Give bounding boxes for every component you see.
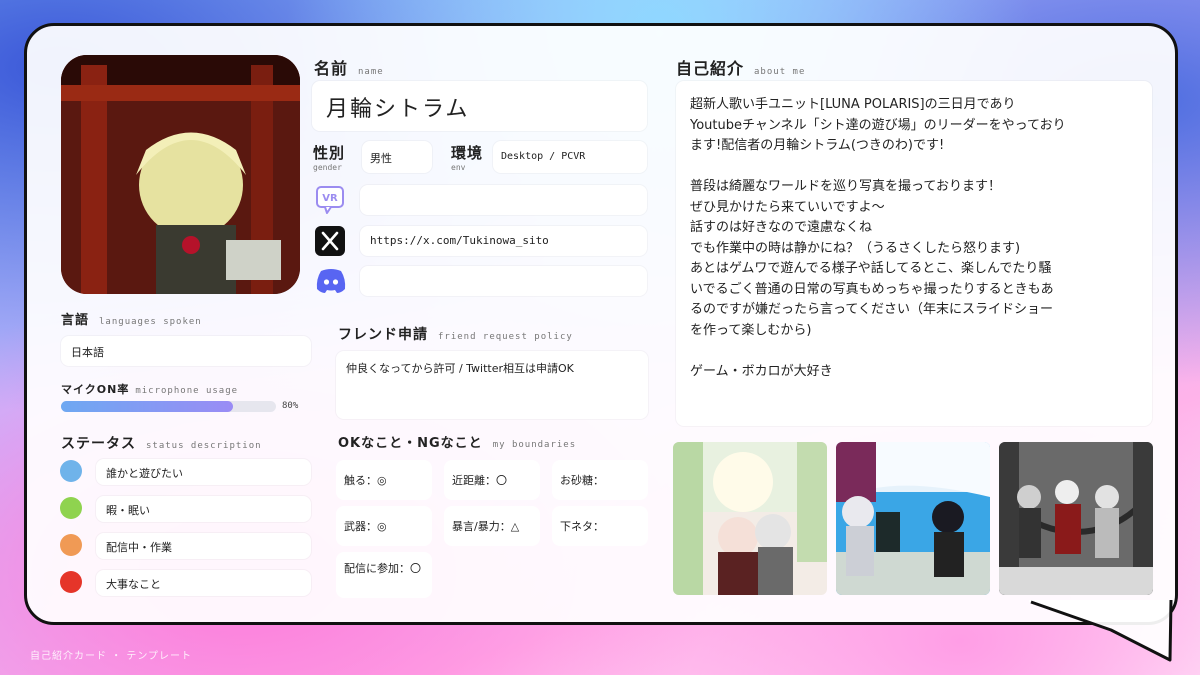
about-heading: 自己紹介: [676, 59, 745, 78]
status-item: 配信中・作業: [96, 533, 311, 559]
status-sub: status description: [146, 441, 262, 451]
gallery-photo-3: [999, 442, 1153, 595]
boundaries-heading-row: OKなこと・NGなこと my boundaries: [338, 432, 648, 452]
status-heading: ステータス: [61, 436, 136, 452]
status-item: 暇・眠い: [96, 496, 311, 522]
friend-field: 仲良くなってから許可 / Twitter相互は申請OK: [336, 351, 648, 419]
name-heading-row: 名前 name: [314, 55, 644, 78]
vrchat-icon: VR: [315, 184, 345, 214]
friend-sub: friend request policy: [438, 332, 573, 342]
about-sub: about me: [754, 67, 806, 77]
x-icon[interactable]: [315, 226, 345, 256]
mic-heading: マイクON率: [61, 383, 130, 396]
friend-heading: フレンド申請: [338, 327, 428, 343]
friend-heading-row: フレンド申請 friend request policy: [338, 324, 648, 344]
languages-heading-row: 言語 languages spoken: [61, 309, 311, 328]
gender-sub: gender: [313, 163, 342, 172]
boundary-item: 触る：◎: [336, 460, 432, 500]
boundary-item: 近距離：〇: [444, 460, 540, 500]
languages-field: 日本語: [61, 336, 311, 366]
mic-bar: [61, 401, 276, 412]
boundary-item: お砂糖：: [552, 460, 648, 500]
env-label: 環境 env: [451, 142, 491, 172]
boundaries-heading: OKなこと・NGなこと: [338, 436, 483, 451]
status-dot: [60, 497, 82, 519]
mic-value: 80%: [282, 401, 299, 411]
name-sub: name: [358, 67, 384, 77]
env-field: Desktop / PCVR: [493, 141, 647, 173]
boundary-item: 暴言/暴力：△: [444, 506, 540, 546]
discord-field: [360, 266, 647, 296]
boundary-item: 配信に参加：〇: [336, 552, 432, 598]
languages-heading: 言語: [61, 313, 90, 328]
status-item: 大事なこと: [96, 570, 311, 596]
gender-label: 性別 gender: [313, 142, 358, 172]
status-dot: [60, 460, 82, 482]
about-heading-row: 自己紹介 about me: [676, 55, 1146, 78]
watermark: 自己紹介カード ・ テンプレート: [30, 651, 193, 662]
mic-heading-row: マイクON率 microphone usage: [61, 378, 311, 396]
boundary-item: 下ネタ：: [552, 506, 648, 546]
mic-bar-fill: [61, 401, 233, 412]
name-field: 月輪シトラム: [312, 81, 647, 131]
env-sub: env: [451, 163, 466, 172]
about-text: 超新人歌い手ユニット[LUNA POLARIS]の三日月であり Youtubeチ…: [676, 81, 1152, 426]
boundary-item: 武器：◎: [336, 506, 432, 546]
gender-field: 男性: [362, 141, 432, 173]
gallery-photo-2: [836, 442, 990, 595]
languages-sub: languages spoken: [99, 317, 202, 327]
env-heading: 環境: [451, 144, 484, 162]
status-item: 誰かと遊びたい: [96, 459, 311, 485]
avatar-photo: [61, 55, 300, 294]
status-dot: [60, 534, 82, 556]
discord-icon[interactable]: [315, 267, 347, 295]
gallery-photo-1: [673, 442, 827, 595]
name-heading: 名前: [314, 59, 349, 78]
mic-sub: microphone usage: [135, 386, 239, 396]
vrchat-field: [360, 185, 647, 215]
svg-text:VR: VR: [322, 193, 338, 204]
status-heading-row: ステータス status description: [61, 433, 311, 453]
x-link[interactable]: https://x.com/Tukinowa_sito: [360, 226, 647, 256]
boundaries-sub: my boundaries: [492, 440, 577, 450]
gender-heading: 性別: [313, 144, 346, 162]
speech-tail: [1029, 600, 1173, 662]
status-dot: [60, 571, 82, 593]
